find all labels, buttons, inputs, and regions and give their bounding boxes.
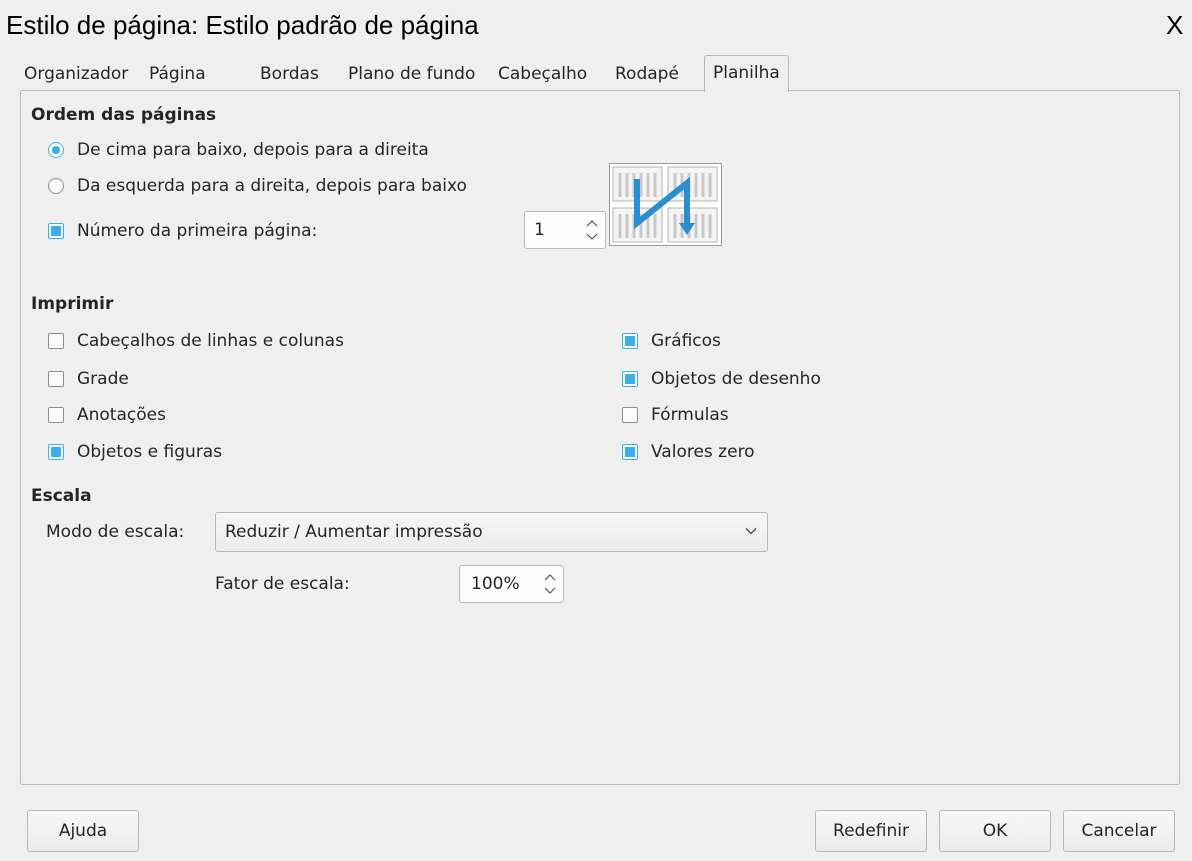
print-drawing-objects-label: Objetos de desenho <box>651 369 821 389</box>
print-objects-images-checkbox[interactable]: Objetos e figuras <box>48 441 222 463</box>
scale-factor-value: 100% <box>471 574 520 594</box>
tab-organizador[interactable]: Organizador <box>24 59 128 89</box>
scale-factor-label: Fator de escala: <box>215 574 350 594</box>
print-formulas-label: Fórmulas <box>651 405 729 425</box>
radio-top-to-bottom-label: De cima para baixo, depois para a direit… <box>77 140 429 160</box>
tab-cabecalho[interactable]: Cabeçalho <box>498 59 587 89</box>
scale-heading: Escala <box>31 486 92 506</box>
cancel-button[interactable]: Cancelar <box>1063 810 1175 852</box>
checkbox-indicator[interactable] <box>48 333 64 349</box>
radio-left-to-right-label: Da esquerda para a direita, depois para … <box>77 176 467 196</box>
checkbox-indicator[interactable] <box>48 371 64 387</box>
checkbox-indicator-checked[interactable] <box>622 444 638 460</box>
title-bar: Estilo de página: Estilo padrão de págin… <box>0 0 1192 44</box>
spin-arrows-icon[interactable] <box>543 571 557 597</box>
tab-pagina[interactable]: Página <box>149 59 206 89</box>
tab-bordas[interactable]: Bordas <box>260 59 319 89</box>
print-drawing-objects-checkbox[interactable]: Objetos de desenho <box>622 368 821 390</box>
first-page-number-label: Número da primeira página: <box>77 221 318 241</box>
print-grid-checkbox[interactable]: Grade <box>48 368 129 390</box>
first-page-number-checkbox[interactable]: Número da primeira página: <box>48 220 317 242</box>
checkbox-indicator[interactable] <box>622 407 638 423</box>
radio-indicator[interactable] <box>48 178 64 194</box>
reset-button[interactable]: Redefinir <box>815 810 927 852</box>
print-comments-label: Anotações <box>77 405 166 425</box>
print-zero-values-label: Valores zero <box>651 442 755 462</box>
checkbox-indicator-checked[interactable] <box>48 444 64 460</box>
checkbox-indicator-checked[interactable] <box>622 333 638 349</box>
checkbox-indicator-checked[interactable] <box>48 223 64 239</box>
print-charts-checkbox[interactable]: Gráficos <box>622 330 721 352</box>
print-charts-label: Gráficos <box>651 331 721 351</box>
print-formulas-checkbox[interactable]: Fórmulas <box>622 404 729 426</box>
print-heading: Imprimir <box>31 294 114 314</box>
radio-left-to-right[interactable]: Da esquerda para a direita, depois para … <box>48 175 467 197</box>
close-button[interactable]: X <box>1166 10 1183 41</box>
print-row-column-headers-checkbox[interactable]: Cabeçalhos de linhas e colunas <box>48 330 344 352</box>
checkbox-indicator[interactable] <box>48 407 64 423</box>
ok-button[interactable]: OK <box>939 810 1051 852</box>
tab-plano-de-fundo[interactable]: Plano de fundo <box>348 59 475 89</box>
first-page-number-value: 1 <box>534 220 545 240</box>
page-order-heading: Ordem das páginas <box>31 105 217 125</box>
chevron-down-icon <box>745 528 757 535</box>
print-objects-images-label: Objetos e figuras <box>77 442 223 462</box>
scale-mode-label: Modo de escala: <box>46 522 185 542</box>
first-page-number-spinbox[interactable]: 1 <box>524 211 606 249</box>
dialog-title: Estilo de página: Estilo padrão de págin… <box>6 10 479 40</box>
radio-top-to-bottom[interactable]: De cima para baixo, depois para a direit… <box>48 139 429 161</box>
print-row-column-headers-label: Cabeçalhos de linhas e colunas <box>77 331 344 351</box>
print-comments-checkbox[interactable]: Anotações <box>48 404 166 426</box>
tab-planilha[interactable]: Planilha <box>704 55 789 92</box>
scale-mode-select[interactable]: Reduzir / Aumentar impressão <box>215 512 768 552</box>
print-zero-values-checkbox[interactable]: Valores zero <box>622 441 755 463</box>
radio-indicator-selected[interactable] <box>48 142 64 158</box>
checkbox-indicator-checked[interactable] <box>622 371 638 387</box>
scale-mode-value: Reduzir / Aumentar impressão <box>225 522 483 542</box>
spin-arrows-icon[interactable] <box>585 217 599 243</box>
tab-rodape[interactable]: Rodapé <box>615 59 679 89</box>
page-order-preview-icon <box>609 163 722 246</box>
print-grid-label: Grade <box>77 369 129 389</box>
scale-factor-spinbox[interactable]: 100% <box>459 565 564 603</box>
help-button[interactable]: Ajuda <box>27 810 139 852</box>
tab-bar: Organizador Página Bordas Plano de fundo… <box>20 55 1180 92</box>
